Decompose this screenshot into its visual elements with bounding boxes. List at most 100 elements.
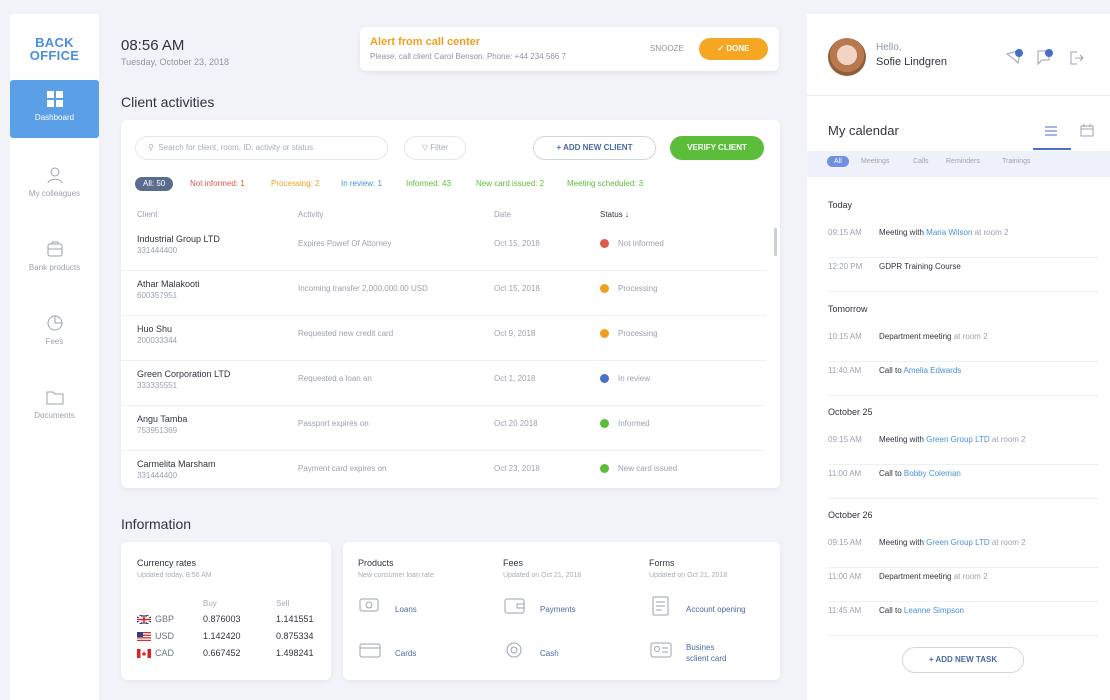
search-icon: ⚲: [148, 143, 159, 152]
chip-processing[interactable]: Processing: 2: [271, 177, 319, 191]
snooze-button[interactable]: SNOOZE: [650, 44, 684, 53]
chip-meeting[interactable]: Meeting scheduled: 3: [567, 177, 643, 191]
chip-new-card[interactable]: New card issued: 2: [476, 177, 544, 191]
cash-link[interactable]: Cash: [540, 649, 559, 658]
document-icon: [652, 596, 669, 616]
client-id: 333335551: [137, 381, 178, 390]
account-opening-link[interactable]: Account opening: [686, 605, 746, 614]
table-row[interactable]: Green Corporation LTD 333335551 Requested …: [121, 361, 766, 406]
sidebar: BACK OFFICE Dashboard My colleagues Bank…: [10, 14, 99, 700]
nav-label: My colleagues: [28, 189, 81, 198]
calendar-event[interactable]: 09:15 AM Meeting with Green Group LTD at …: [828, 538, 1098, 568]
event-link[interactable]: Bobby Coleman: [904, 469, 961, 478]
chip-in-review[interactable]: In review: 1: [341, 177, 382, 191]
event-link[interactable]: Green Group LTD: [926, 538, 989, 547]
column-header-date[interactable]: Date: [494, 210, 511, 219]
client-name: Huo Shu: [137, 324, 173, 334]
right-panel: Hello, Sofie Lindgren My calendar All Me…: [807, 14, 1110, 700]
event-link[interactable]: Maria Wilson: [926, 228, 972, 237]
business-card-link-1[interactable]: Busines: [686, 643, 714, 652]
filter-button[interactable]: ▽ Filter: [404, 136, 466, 160]
activity-date: Oct 15, 2018: [494, 239, 540, 248]
tab-calls[interactable]: Calls: [913, 158, 929, 165]
calendar-event[interactable]: 11:00 AM Call to Bobby Coleman: [828, 469, 1098, 499]
business-card-link-2[interactable]: sclient card: [686, 654, 726, 663]
event-title: Call to: [879, 469, 902, 478]
messages-icon[interactable]: [1005, 48, 1025, 66]
currency-card: Currency rates Updated today, 8:56 AM Bu…: [121, 542, 331, 680]
loans-link[interactable]: Loans: [395, 605, 417, 614]
status-dot-icon: [600, 419, 609, 428]
chip-informed[interactable]: Informed: 43: [406, 177, 451, 191]
nav-item-fees[interactable]: Fees: [10, 304, 99, 362]
logo[interactable]: BACK OFFICE: [10, 36, 99, 62]
tab-all[interactable]: All: [827, 156, 849, 167]
products-sub: New consumer loan rate: [358, 572, 434, 579]
payments-link[interactable]: Payments: [540, 605, 576, 614]
tab-trainings[interactable]: Trainings: [1002, 158, 1031, 165]
current-date: Tuesday, October 23, 2018: [121, 57, 230, 67]
client-id: 200033344: [137, 336, 178, 345]
client-name: Athar Malakooti: [137, 279, 200, 289]
list-view-icon[interactable]: [1044, 125, 1058, 137]
logout-icon[interactable]: [1068, 50, 1084, 66]
done-button[interactable]: ✓ DONE: [699, 38, 768, 60]
verify-client-button[interactable]: VERIFY CLIENT: [670, 136, 764, 160]
event-link[interactable]: Green Group LTD: [926, 435, 989, 444]
activities-card: ⚲ Search for client, room, ID, activity …: [121, 120, 780, 496]
client-id: 600357951: [137, 291, 178, 300]
status-dot-icon: [600, 284, 609, 293]
column-header-status[interactable]: Status ↓: [600, 210, 629, 219]
status-dot-icon: [600, 239, 609, 248]
column-header-client[interactable]: Client: [137, 210, 157, 219]
chip-not-informed[interactable]: Not informed: 1: [190, 177, 245, 191]
calendar-view-icon[interactable]: [1080, 124, 1094, 137]
event-location: at room 2: [974, 228, 1009, 237]
calendar-event[interactable]: 11:00 AM Department meeting at room 2: [828, 572, 1098, 602]
avatar[interactable]: [828, 38, 866, 76]
event-time: 09:15 AM: [828, 435, 862, 444]
calendar-event[interactable]: 10:15 AM Department meeting at room 2: [828, 332, 1098, 362]
table-row[interactable]: Carmelita Marsham 331444400 Payment card e…: [121, 451, 766, 496]
calendar-event[interactable]: 09:15 AM Meeting with Maria Wilson at roo…: [828, 228, 1098, 258]
table-row[interactable]: Huo Shu 200033344 Requested new credit car…: [121, 316, 766, 361]
activity-text: Requested new credit card: [298, 329, 394, 338]
table-row[interactable]: Industrial Group LTD 331444400 Expires Pow…: [121, 226, 766, 271]
nav-item-dashboard[interactable]: Dashboard: [10, 80, 99, 138]
calendar-event[interactable]: 11:40 AM Call to Amelia Edwards: [828, 366, 1098, 396]
table-row[interactable]: Athar Malakooti 600357951 Incoming transfe…: [121, 271, 766, 316]
table-row[interactable]: Angu Tamba 753951369 Passport expires on Oc…: [121, 406, 766, 451]
add-client-button[interactable]: + ADD NEW CLIENT: [533, 136, 656, 160]
nav-item-colleagues[interactable]: My colleagues: [10, 156, 99, 214]
currency-sell: 1.498241: [276, 648, 314, 658]
products-title: Products: [358, 558, 394, 568]
cards-link[interactable]: Cards: [395, 649, 416, 658]
calendar-event[interactable]: 12:20 PM GDPR Training Course: [828, 262, 1098, 292]
calendar-event[interactable]: 11:45 AM Call to Leanne Simpson: [828, 606, 1098, 636]
services-card: Products New consumer loan rate Loans Ca…: [343, 542, 780, 680]
notifications-icon[interactable]: [1035, 48, 1055, 66]
currency-buy: 1.142420: [203, 631, 241, 641]
add-task-button[interactable]: + ADD NEW TASK: [902, 647, 1024, 673]
chip-all[interactable]: All: 50: [135, 177, 174, 191]
column-header-activity[interactable]: Activity: [298, 210, 323, 219]
pie-icon: [47, 315, 62, 331]
tab-meetings[interactable]: Meetings: [861, 158, 889, 165]
nav-item-documents[interactable]: Documents: [10, 378, 99, 436]
nav-item-bank-products[interactable]: Bank products: [10, 230, 99, 288]
event-link[interactable]: Amelia Edwards: [903, 366, 961, 375]
event-title: Meeting with: [879, 435, 924, 444]
search-input[interactable]: ⚲ Search for client, room, ID, activity …: [135, 136, 388, 160]
cards-icon: [359, 643, 381, 658]
activity-date: Oct 1, 2018: [494, 374, 536, 383]
tab-reminders[interactable]: Reminders: [946, 158, 980, 165]
event-link[interactable]: Leanne Simpson: [904, 606, 964, 615]
activity-text: Passport expires on: [298, 419, 369, 428]
cash-icon: [506, 642, 522, 658]
event-title: Call to: [879, 606, 902, 615]
scrollbar[interactable]: [774, 228, 777, 256]
calendar-event[interactable]: 09:15 AM Meeting with Green Group LTD at …: [828, 435, 1098, 465]
buy-header: Buy: [203, 599, 217, 608]
status-dot-icon: [600, 374, 609, 383]
event-time: 11:00 AM: [828, 469, 862, 478]
